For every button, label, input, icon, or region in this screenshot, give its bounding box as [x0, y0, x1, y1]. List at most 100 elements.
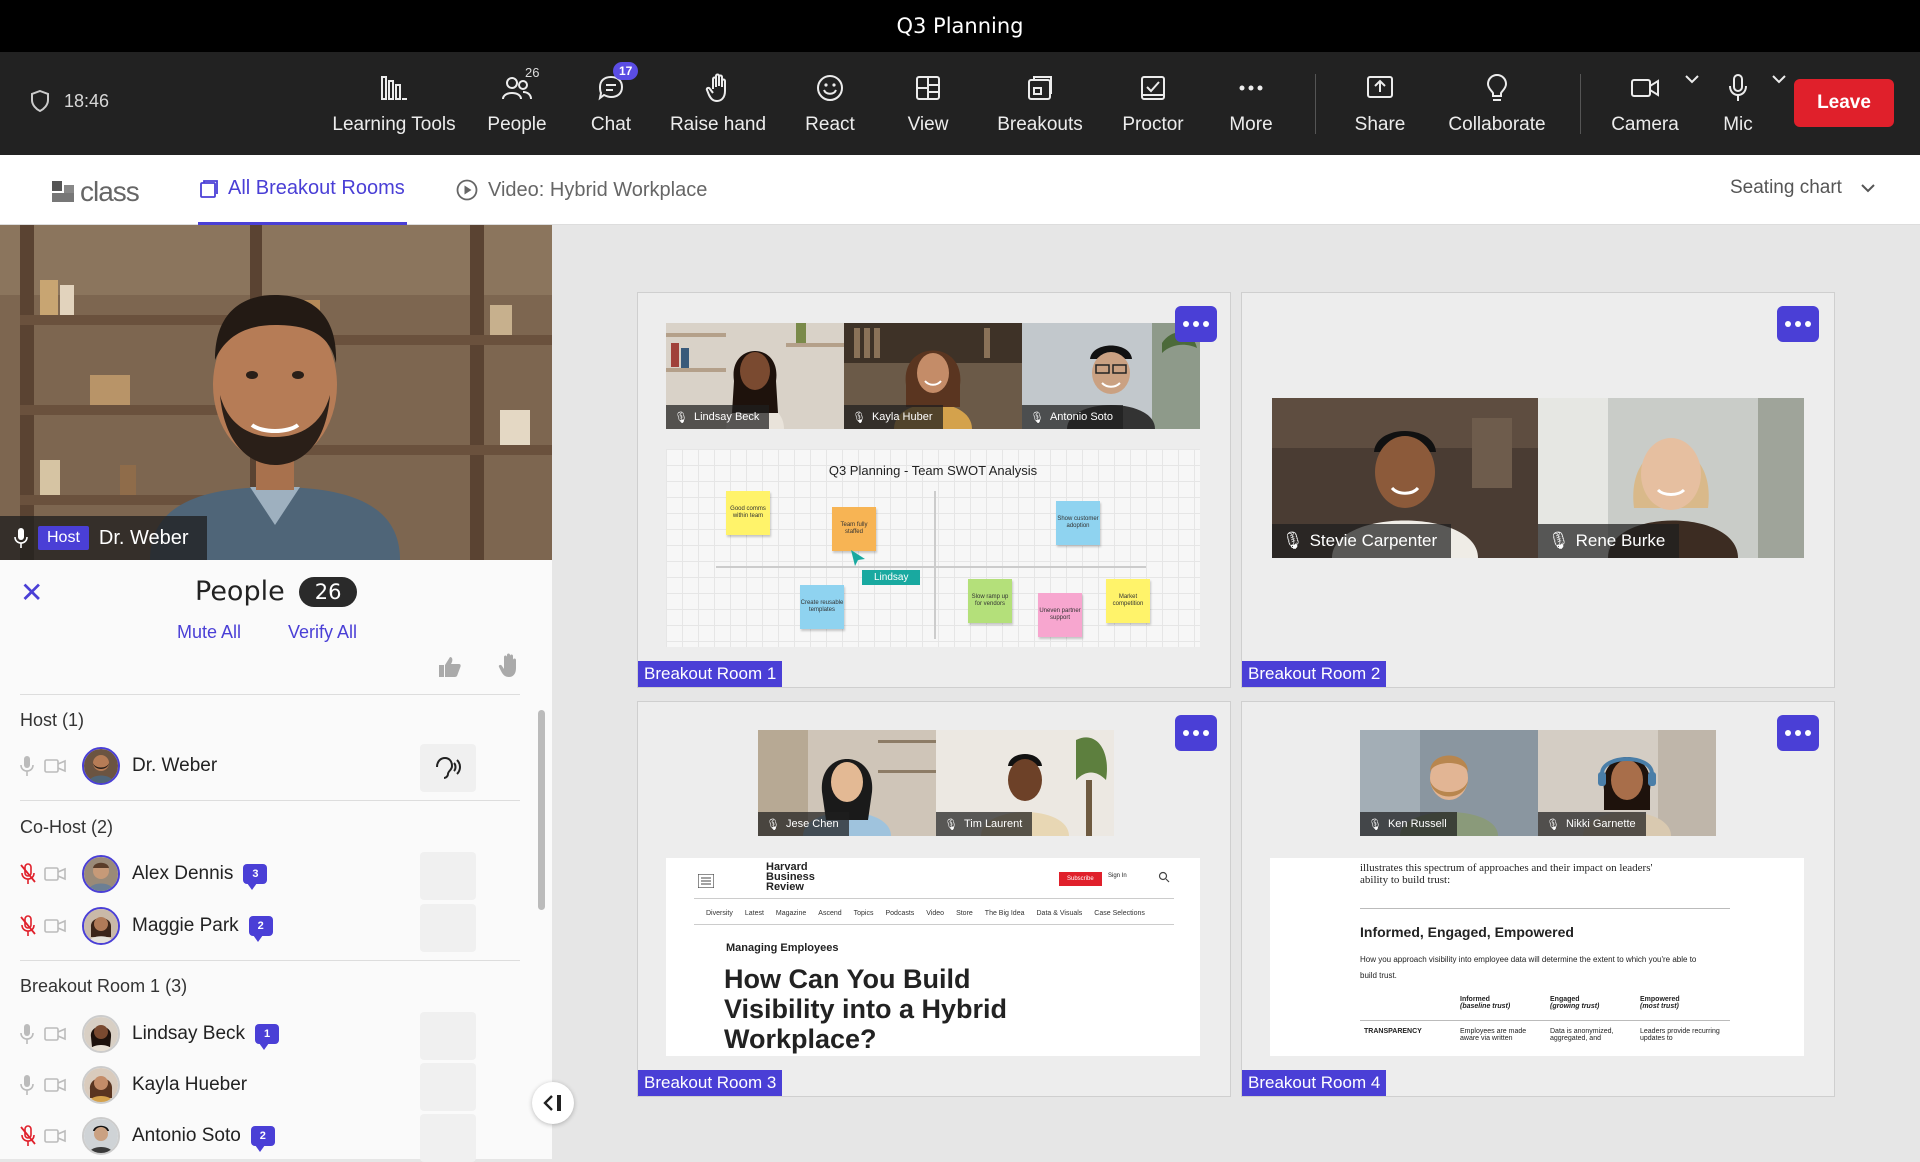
sticky-note[interactable]: Create reusable templates [800, 585, 844, 629]
participant-row[interactable]: Lindsay Beck 1 [20, 1012, 520, 1060]
nav-link[interactable]: Case Selections [1094, 910, 1145, 917]
chat-count-badge[interactable]: 3 [243, 864, 268, 890]
camera-icon[interactable] [44, 918, 66, 934]
participant-video-tile[interactable]: 🎙 Nikki Garnette [1538, 730, 1716, 836]
mic-muted-icon[interactable] [20, 863, 36, 885]
room-more-button[interactable] [1175, 306, 1217, 342]
sticky-note[interactable]: Good comms within team [726, 491, 770, 535]
sticky-note[interactable]: Uneven partner support [1038, 593, 1082, 637]
listening-control[interactable] [420, 744, 476, 792]
dot-icon [1805, 321, 1811, 327]
participant-video-tile[interactable]: 🎙 Kayla Huber [844, 323, 1022, 429]
participant-video-tile[interactable]: 🎙 Tim Laurent [936, 730, 1114, 836]
sticky-note[interactable]: Show customer adoption [1056, 501, 1100, 545]
seating-chart-label: Seating chart [1730, 177, 1842, 198]
nav-link[interactable]: Topics [854, 910, 874, 917]
seating-chart-dropdown[interactable]: Seating chart [1730, 177, 1876, 199]
microphone-icon[interactable] [20, 755, 34, 777]
menu-icon[interactable] [698, 874, 714, 888]
camera-icon[interactable] [44, 1026, 66, 1042]
participant-row[interactable]: Antonio Soto 2 [20, 1114, 520, 1162]
verify-all-button[interactable]: Verify All [288, 622, 357, 643]
participant-control[interactable] [420, 1114, 476, 1162]
raise-hand-icon[interactable] [498, 652, 520, 678]
breakout-room-card[interactable]: 🎙 Ken Russell 🎙 Nikki Garnette illustrates… [1241, 701, 1835, 1097]
whiteboard[interactable]: Q3 Planning - Team SWOT Analysis Good co… [666, 449, 1200, 647]
breakout-room-card[interactable]: 🎙 Jese Chen 🎙 Tim Laurent Harvard Business… [637, 701, 1231, 1097]
thumbs-up-icon[interactable] [438, 656, 462, 678]
search-icon[interactable] [1158, 871, 1170, 883]
sign-in-link[interactable]: Sign In [1108, 873, 1127, 879]
room-more-button[interactable] [1175, 715, 1217, 751]
microphone-icon[interactable] [20, 1074, 34, 1096]
nav-link[interactable]: Store [956, 910, 973, 917]
leave-button[interactable]: Leave [1794, 79, 1894, 127]
chat-count-badge[interactable]: 2 [248, 916, 273, 942]
mic-muted-icon[interactable] [20, 1125, 36, 1147]
nav-link[interactable]: Ascend [818, 910, 841, 917]
participant-control[interactable] [420, 1063, 476, 1111]
participant-video-tile[interactable]: 🎙 Rene Burke [1538, 398, 1804, 558]
breakout-room-card[interactable]: 🎙 Lindsay Beck 🎙 Kayla Huber 🎙 Antonio Soto… [637, 292, 1231, 688]
view-button[interactable]: View [863, 68, 993, 148]
room-more-button[interactable] [1777, 715, 1819, 751]
nav-link[interactable]: The Big Idea [985, 910, 1025, 917]
learning-tools-button[interactable]: Learning Tools [329, 68, 459, 148]
nav-link[interactable]: Video [926, 910, 944, 917]
camera-icon[interactable] [44, 1077, 66, 1093]
collaborate-button[interactable]: Collaborate [1432, 68, 1562, 148]
shared-document[interactable]: illustrates this spectrum of approaches … [1270, 858, 1804, 1056]
sticky-note[interactable]: Slow ramp up for vendors [968, 579, 1012, 623]
participant-row[interactable]: Dr. Weber [20, 744, 520, 792]
sticky-note[interactable]: Market competition [1106, 579, 1150, 623]
shared-article[interactable]: Harvard Business Review Subscribe Sign I… [666, 858, 1200, 1056]
mic-chevron-icon[interactable] [1771, 74, 1787, 84]
participant-video-tile[interactable]: 🎙 Ken Russell [1360, 730, 1538, 836]
mic-muted-icon[interactable] [20, 915, 36, 937]
breakout-room-card[interactable]: 🎙 Stevie Carpenter 🎙 Rene Burke Breakout R… [1241, 292, 1835, 688]
microphone-icon[interactable] [20, 1023, 34, 1045]
camera-icon[interactable] [44, 1128, 66, 1144]
tab-video-hybrid-workplace[interactable]: Video: Hybrid Workplace [456, 155, 707, 225]
chat-count-badge[interactable]: 1 [255, 1024, 280, 1050]
camera-icon[interactable] [44, 866, 66, 882]
participant-control[interactable] [420, 852, 476, 900]
people-scrollbar[interactable] [538, 710, 545, 910]
participant-name: Rene Burke [1575, 531, 1666, 550]
host-video-tile[interactable]: Host Dr. Weber [0, 225, 552, 560]
subscribe-button[interactable]: Subscribe [1059, 872, 1102, 886]
nav-link[interactable]: Magazine [776, 910, 806, 917]
participant-video-tile[interactable]: 🎙 Stevie Carpenter [1272, 398, 1538, 558]
room-more-button[interactable] [1777, 306, 1819, 342]
participant-control[interactable] [420, 904, 476, 952]
nav-link[interactable]: Latest [745, 910, 764, 917]
dot-icon [1203, 730, 1209, 736]
sticky-note[interactable]: Team fully staffed [832, 507, 876, 551]
share-button[interactable]: Share [1315, 68, 1445, 148]
mute-all-button[interactable]: Mute All [177, 622, 241, 643]
participant-row[interactable]: Maggie Park 2 [20, 904, 520, 952]
participant-video-tile[interactable]: 🎙 Lindsay Beck [666, 323, 844, 429]
tab-all-breakout-rooms[interactable]: All Breakout Rooms [198, 155, 407, 225]
tab-all-breakout-rooms-label: All Breakout Rooms [228, 177, 405, 199]
participant-row[interactable]: Alex Dennis 3 [20, 852, 520, 900]
table-header: Engaged (growing trust) [1550, 996, 1599, 1010]
participant-control[interactable] [420, 1012, 476, 1060]
group-header-cohost: Co-Host (2) [20, 817, 114, 837]
chat-count-badge[interactable]: 2 [250, 1126, 275, 1152]
nav-link[interactable]: Data & Visuals [1037, 910, 1083, 917]
more-button[interactable]: More [1186, 68, 1316, 148]
nav-link[interactable]: Diversity [706, 910, 733, 917]
collapse-panel-button[interactable] [532, 1082, 574, 1124]
nav-link[interactable]: Podcasts [885, 910, 914, 917]
close-icon[interactable]: ✕ [20, 576, 43, 609]
participant-row[interactable]: Kayla Hueber [20, 1063, 520, 1111]
mic-button[interactable]: Mic [1673, 68, 1803, 148]
participant-video-tile[interactable]: 🎙 Jese Chen [758, 730, 936, 836]
camera-icon[interactable] [44, 758, 66, 774]
participant-video-tile[interactable]: 🎙 Antonio Soto [1022, 323, 1200, 429]
hearing-icon [436, 757, 461, 779]
doc-line: ability to build trust: [1360, 874, 1451, 886]
breakouts-button[interactable]: Breakouts [975, 68, 1105, 148]
raise-hand-button[interactable]: Raise hand [653, 68, 783, 148]
